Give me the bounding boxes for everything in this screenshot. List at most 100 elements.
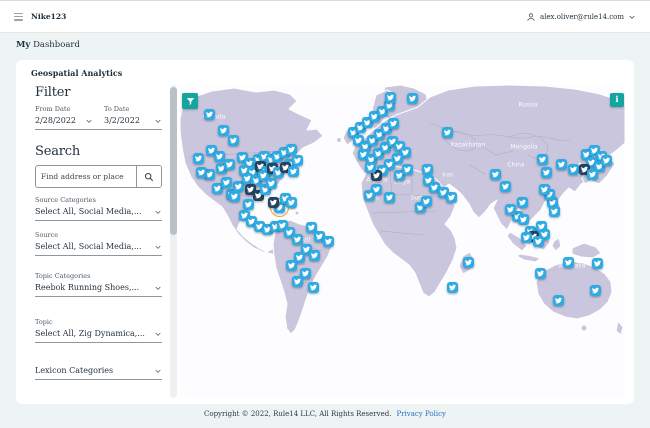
map-filter-button[interactable] — [182, 93, 198, 109]
topic-categories-select[interactable]: Reebok Running Shoes,... — [35, 283, 162, 292]
map-marker[interactable] — [445, 191, 457, 203]
map-marker[interactable] — [383, 191, 395, 203]
map-marker[interactable] — [242, 198, 254, 210]
chevron-down-icon — [155, 369, 161, 373]
map-marker[interactable] — [441, 126, 453, 138]
map-marker[interactable] — [489, 168, 501, 180]
map-marker[interactable] — [227, 134, 239, 146]
map-marker[interactable] — [220, 176, 232, 188]
map-marker[interactable] — [223, 158, 235, 170]
twitter-bird-icon — [422, 198, 430, 204]
filter-field-topic: Topic Select All, Zig Dynamica,... — [35, 318, 162, 343]
scrollbar-thumb[interactable] — [170, 87, 177, 235]
twitter-bird-icon — [593, 260, 601, 266]
map-marker[interactable] — [446, 281, 458, 293]
map-marker[interactable] — [555, 158, 567, 170]
search-icon — [144, 172, 154, 181]
world-map[interactable]: CanadaRussiaKazakhstanMongoliaChinaIranA… — [180, 85, 625, 397]
map-marker[interactable] — [265, 177, 277, 189]
map-marker[interactable] — [586, 168, 598, 180]
twitter-bird-icon — [564, 259, 572, 265]
search-input[interactable] — [36, 166, 136, 187]
map-marker[interactable] — [287, 165, 299, 177]
twitter-bird-icon — [588, 171, 596, 177]
chevron-down-icon — [155, 332, 161, 336]
topic-select[interactable]: Select All, Zig Dynamica,... — [35, 329, 162, 338]
twitter-bird-icon — [536, 270, 544, 276]
map-marker[interactable] — [364, 161, 376, 173]
map-marker[interactable] — [291, 275, 303, 287]
map-marker[interactable] — [291, 154, 303, 166]
map-marker[interactable] — [217, 124, 229, 136]
twitter-bird-icon — [244, 201, 252, 207]
divider — [35, 255, 162, 256]
map-marker[interactable] — [504, 203, 516, 215]
privacy-policy-link[interactable]: Privacy Policy — [396, 410, 446, 418]
to-date-select[interactable]: 3/2/2022 — [104, 116, 162, 125]
map-marker[interactable] — [536, 153, 548, 165]
map-marker[interactable] — [520, 231, 532, 243]
map-marker[interactable] — [548, 205, 560, 217]
search-heading: Search — [35, 144, 81, 159]
map-marker[interactable] — [387, 117, 399, 129]
map-marker[interactable] — [540, 166, 552, 178]
twitter-bird-icon — [194, 155, 202, 161]
map-marker[interactable] — [562, 256, 574, 268]
source-categories-value: Select All, Social Media,... — [35, 207, 142, 216]
map-marker[interactable] — [600, 154, 612, 166]
map-marker[interactable] — [285, 143, 297, 155]
geospatial-analytics-card: Geospatial Analytics Filter From Date 2/… — [16, 60, 634, 404]
filter-field-source: Source Select All, Social Media,... — [35, 231, 162, 256]
source-categories-select[interactable]: Select All, Social Media,... — [35, 207, 162, 216]
map-marker[interactable] — [285, 196, 297, 208]
lexicon-group: Lexicon Categories — [35, 366, 162, 380]
page-title: My Dashboard — [16, 40, 80, 50]
map-marker[interactable] — [534, 267, 546, 279]
map-marker[interactable] — [552, 294, 564, 306]
twitter-bird-icon — [464, 259, 472, 265]
map-marker[interactable] — [384, 91, 396, 103]
map-marker[interactable] — [591, 257, 603, 269]
map-marker[interactable] — [516, 196, 528, 208]
source-select[interactable]: Select All, Social Media,... — [35, 242, 162, 251]
map-marker[interactable] — [308, 249, 320, 261]
map-marker[interactable] — [462, 256, 474, 268]
hamburger-menu-icon[interactable] — [14, 12, 23, 21]
map-marker[interactable] — [532, 235, 544, 247]
map-info-button[interactable]: i — [610, 93, 624, 107]
twitter-bird-icon — [554, 297, 562, 303]
from-date-select[interactable]: 2/28/2022 — [35, 116, 93, 125]
lexicon-categories-select[interactable]: Lexicon Categories — [35, 366, 162, 375]
map-marker[interactable] — [363, 189, 375, 201]
map-marker[interactable] — [203, 108, 215, 120]
twitter-bird-icon — [293, 236, 301, 242]
map-marker[interactable] — [517, 213, 529, 225]
map-marker[interactable] — [307, 281, 319, 293]
map-marker[interactable] — [567, 163, 579, 175]
source-label: Source — [35, 231, 59, 239]
map-marker[interactable] — [228, 190, 240, 202]
map-marker[interactable] — [401, 163, 413, 175]
twitter-bird-icon — [293, 157, 301, 163]
twitter-bird-icon — [205, 111, 213, 117]
map-marker[interactable] — [285, 259, 297, 271]
user-menu[interactable]: alex.oliver@rule14.com — [526, 12, 636, 22]
map-marker[interactable] — [420, 195, 432, 207]
map-marker[interactable] — [499, 180, 511, 192]
map-marker[interactable] — [291, 233, 303, 245]
map-marker[interactable] — [192, 152, 204, 164]
map-marker[interactable] — [538, 183, 550, 195]
map-marker[interactable] — [322, 235, 334, 247]
map-marker[interactable] — [213, 150, 225, 162]
filter-heading: Filter — [35, 85, 71, 100]
twitter-bird-icon — [548, 199, 556, 205]
map-marker[interactable] — [406, 92, 418, 104]
map-marker[interactable] — [195, 166, 207, 178]
map-marker[interactable] — [421, 163, 433, 175]
top-navbar: Nike123 alex.oliver@rule14.com — [0, 0, 650, 33]
map-marker[interactable] — [267, 196, 279, 208]
twitter-bird-icon — [205, 171, 213, 177]
map-marker[interactable] — [589, 284, 601, 296]
twitter-bird-icon — [307, 224, 315, 230]
search-button[interactable] — [137, 166, 161, 187]
